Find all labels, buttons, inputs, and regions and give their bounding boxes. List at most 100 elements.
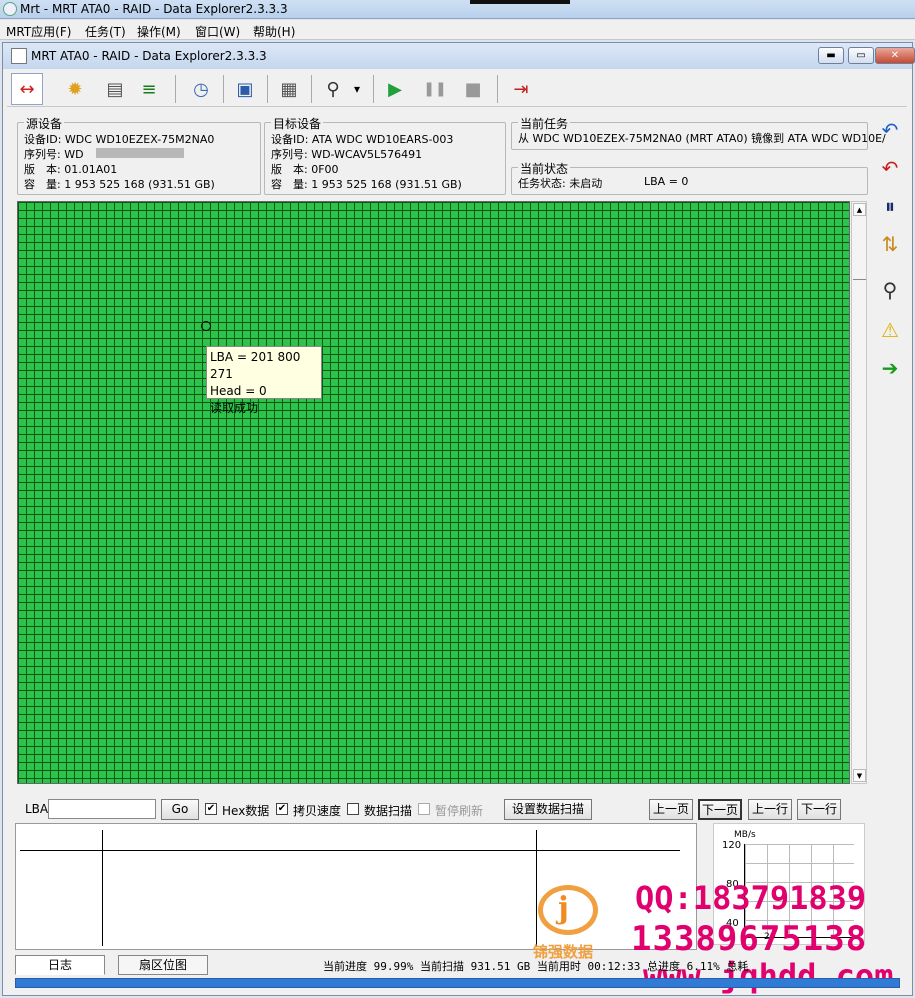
forward-button[interactable]: ➔ bbox=[875, 353, 905, 383]
scroll-up-arrow[interactable]: ▲ bbox=[853, 203, 866, 216]
app-title-bar[interactable]: Mrt - MRT ATA0 - RAID - Data Explorer2.3… bbox=[0, 0, 915, 19]
target-device-title: 目标设备 bbox=[271, 115, 324, 132]
target-device-panel: 目标设备 设备ID: ATA WDC WD10EARS-003 序列号: WD-… bbox=[264, 115, 506, 195]
maximize-button[interactable]: ▭ bbox=[848, 47, 874, 64]
drag-handle bbox=[470, 0, 570, 4]
menu-help[interactable]: 帮助(H) bbox=[253, 23, 295, 40]
toolbar-separator bbox=[175, 75, 176, 103]
source-device-id: 设备ID: WDC WD10EZEX-75M2NA0 bbox=[24, 133, 215, 146]
navigation-controls: LBA Go ✔ Hex数据 ✔ 拷贝速度 数据扫描 暂停刷新 设置数据扫描 上… bbox=[3, 798, 912, 822]
undo-red-icon: ↶ bbox=[881, 156, 899, 180]
tooltip-head: Head = 0 bbox=[210, 384, 267, 398]
settings-button[interactable]: ✹ bbox=[59, 73, 91, 105]
chart-y-tick: 120 bbox=[722, 840, 742, 851]
scroll-thumb[interactable] bbox=[853, 279, 866, 280]
warning-icon: ⚠ bbox=[881, 318, 899, 342]
stop-icon: ■ bbox=[464, 78, 482, 100]
toolbar-separator bbox=[373, 75, 374, 103]
source-serial: 序列号: WD bbox=[24, 148, 84, 161]
pause-icon: ❚❚ bbox=[423, 81, 447, 97]
undo-blue-icon: ↶ bbox=[881, 118, 899, 142]
source-device-panel: 源设备 设备ID: WDC WD10EZEX-75M2NA0 序列号: WD 版… bbox=[17, 115, 261, 195]
copy-speed-checkbox[interactable]: ✔ bbox=[276, 803, 288, 815]
main-toolbar: ↔ ✹ ▤ ≡ ◷ ▣ ▦ ⚲ ▾ ▶ ❚❚ ■ ⇥ bbox=[7, 71, 907, 107]
minimize-button[interactable]: ▬ bbox=[818, 47, 844, 64]
document-button[interactable]: ▤ bbox=[99, 73, 131, 105]
sector-bitmap-grid[interactable] bbox=[17, 201, 850, 784]
ruler-button[interactable]: ⇅ bbox=[875, 229, 905, 259]
menu-bar: MRT应用(F) 任务(T) 操作(M) 窗口(W) 帮助(H) bbox=[0, 20, 915, 40]
app-icon bbox=[3, 2, 17, 16]
color-bars-icon: ≡ bbox=[141, 78, 157, 100]
lba-input[interactable] bbox=[48, 799, 156, 819]
source-version: 版 本: 01.01A01 bbox=[24, 163, 118, 176]
set-data-scan-button[interactable]: 设置数据扫描 bbox=[504, 799, 592, 820]
prev-page-button[interactable]: 上一页 bbox=[649, 799, 693, 820]
progress-bar bbox=[15, 978, 900, 988]
probe-icon: ⚲ bbox=[882, 278, 898, 302]
cursor-indicator bbox=[201, 321, 211, 331]
menu-window[interactable]: 窗口(W) bbox=[195, 23, 240, 40]
disk-map-icon: ↔ bbox=[19, 78, 35, 100]
target-version: 版 本: 0F00 bbox=[271, 163, 339, 176]
go-button[interactable]: Go bbox=[161, 799, 199, 820]
menu-operation[interactable]: 操作(M) bbox=[137, 23, 181, 40]
target-device-id: 设备ID: ATA WDC WD10EARS-003 bbox=[271, 133, 454, 146]
stop-button[interactable]: ■ bbox=[457, 73, 489, 105]
pause-button[interactable]: ❚❚ bbox=[419, 73, 451, 105]
status-bar: 当前进度 99.99% 当前扫描 931.51 GB 当前用时 00:12:33… bbox=[323, 960, 749, 973]
start-button[interactable]: ▶ bbox=[379, 73, 411, 105]
tab-log[interactable]: 日志 bbox=[15, 955, 105, 975]
current-status-panel: 当前状态 任务状态: 未启动 LBA = 0 bbox=[511, 160, 868, 195]
lba-label: LBA bbox=[25, 802, 49, 816]
probe-button[interactable]: ⚲ bbox=[317, 73, 349, 105]
tooltip-lba: LBA = 201 800 271 bbox=[210, 350, 301, 381]
undo-red-button[interactable]: ↶ bbox=[875, 153, 905, 183]
toolbar-separator bbox=[267, 75, 268, 103]
undo-blue-button[interactable]: ↶ bbox=[875, 115, 905, 145]
probe-icon: ⚲ bbox=[326, 78, 340, 100]
explorer-title-bar[interactable]: MRT ATA0 - RAID - Data Explorer2.3.3.3 ▬… bbox=[3, 43, 915, 69]
tab-sector-bitmap[interactable]: 扇区位图 bbox=[118, 955, 208, 975]
data-scan-checkbox[interactable] bbox=[347, 803, 359, 815]
calculator-button[interactable]: ▦ bbox=[273, 73, 305, 105]
target-serial: 序列号: WD-WCAV5L576491 bbox=[271, 148, 423, 161]
exit-icon: ⇥ bbox=[513, 78, 529, 100]
save-icon: ▣ bbox=[236, 78, 254, 100]
disk-map-button[interactable]: ↔ bbox=[11, 73, 43, 105]
close-button[interactable]: ✕ bbox=[875, 47, 915, 64]
arrow-right-icon: ➔ bbox=[881, 356, 899, 380]
scroll-down-arrow[interactable]: ▼ bbox=[853, 769, 866, 782]
exit-button[interactable]: ⇥ bbox=[505, 73, 537, 105]
current-task-text: 从 WDC WD10EZEX-75M2NA0 (MRT ATA0) 镜像到 AT… bbox=[518, 132, 886, 145]
warning-button[interactable]: ⚠ bbox=[875, 315, 905, 345]
jq-logo-letter-icon: j bbox=[558, 891, 569, 926]
menu-task[interactable]: 任务(T) bbox=[85, 23, 126, 40]
stopwatch-button[interactable]: ◷ bbox=[185, 73, 217, 105]
pause-circle-button[interactable]: ⏸ bbox=[875, 191, 905, 221]
log-panel[interactable] bbox=[15, 823, 697, 950]
next-row-button[interactable]: 下一行 bbox=[797, 799, 841, 820]
probe-dropdown-button[interactable]: ▾ bbox=[347, 73, 367, 105]
play-icon: ▶ bbox=[388, 78, 402, 100]
color-bars-button[interactable]: ≡ bbox=[133, 73, 165, 105]
hex-checkbox[interactable]: ✔ bbox=[205, 803, 217, 815]
side-probe-button[interactable]: ⚲ bbox=[875, 275, 905, 305]
watermark-qq: QQ:183791839 bbox=[635, 879, 867, 917]
tooltip-result: 读取成功 bbox=[210, 401, 259, 415]
next-page-button[interactable]: 下一页 bbox=[698, 799, 742, 820]
toolbar-separator bbox=[497, 75, 498, 103]
pause-refresh-checkbox[interactable] bbox=[418, 803, 430, 815]
explorer-window: MRT ATA0 - RAID - Data Explorer2.3.3.3 ▬… bbox=[2, 42, 915, 996]
copy-speed-label: 拷贝速度 bbox=[293, 804, 342, 818]
serial-redaction bbox=[96, 148, 184, 158]
status-lba: LBA = 0 bbox=[644, 175, 689, 188]
stopwatch-icon: ◷ bbox=[193, 78, 209, 100]
save-button[interactable]: ▣ bbox=[229, 73, 261, 105]
grid-scrollbar[interactable]: ▲ ▼ bbox=[851, 201, 867, 784]
pause-refresh-label: 暂停刷新 bbox=[435, 804, 484, 818]
hex-label: Hex数据 bbox=[222, 804, 270, 818]
target-capacity: 容 量: 1 953 525 168 (931.51 GB) bbox=[271, 178, 462, 191]
prev-row-button[interactable]: 上一行 bbox=[748, 799, 792, 820]
menu-mrt-app[interactable]: MRT应用(F) bbox=[6, 23, 71, 40]
